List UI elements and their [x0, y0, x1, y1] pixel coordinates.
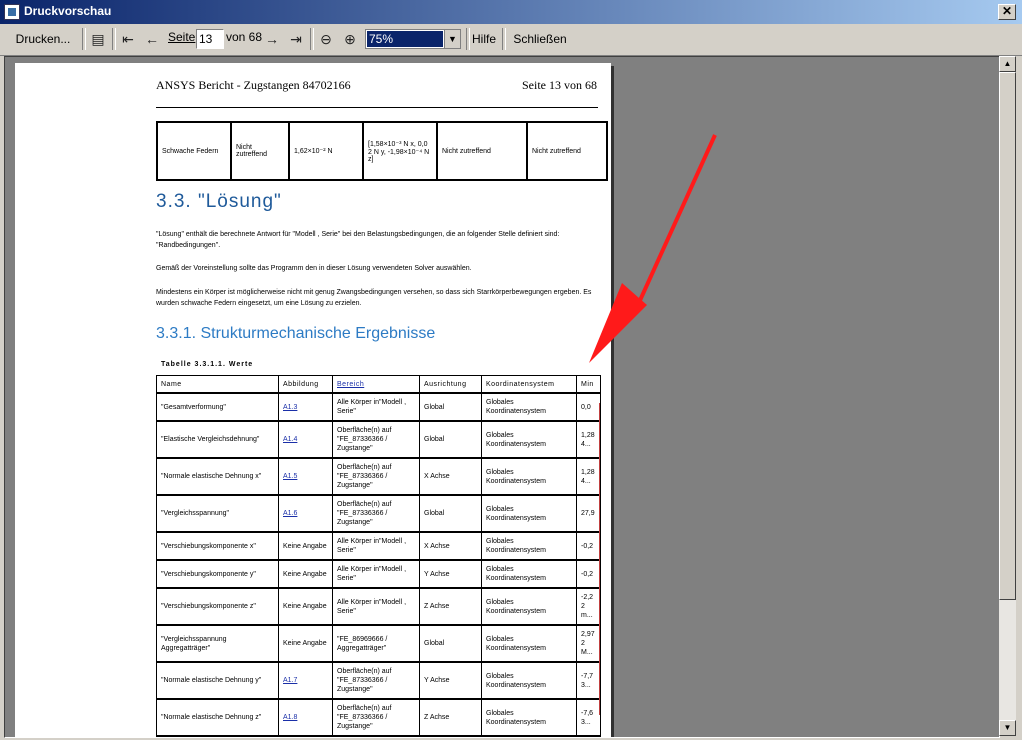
scroll-up-icon[interactable]: ▲ [999, 56, 1016, 72]
next-page-icon[interactable]: → [262, 29, 282, 49]
page-number-input[interactable]: 13 [196, 29, 224, 49]
last-page-icon[interactable]: ⇥ [286, 29, 306, 49]
vertical-scrollbar[interactable]: ▲ ▼ [999, 56, 1016, 736]
zoom-out-icon[interactable]: ⊖ [316, 29, 336, 49]
window-title: Druckvorschau [24, 4, 112, 18]
toolbar-separator [112, 28, 116, 50]
toolbar-separator [310, 28, 314, 50]
first-page-icon[interactable]: ⇤ [118, 29, 138, 49]
zoom-select[interactable]: 75% ▼ [365, 29, 461, 49]
arrow-shaft [635, 134, 717, 308]
scroll-thumb[interactable] [999, 72, 1016, 600]
red-arrow-annotation [589, 134, 717, 363]
help-button[interactable]: Hilfe [472, 28, 496, 50]
title-bar: Druckvorschau ✕ [0, 0, 1022, 24]
zoom-value: 75% [367, 31, 443, 47]
close-preview-button[interactable]: Schließen [512, 28, 568, 50]
scroll-down-icon[interactable]: ▼ [999, 720, 1016, 736]
toolbar-separator [466, 28, 470, 50]
arrow-head [589, 283, 647, 363]
toolbar-separator [502, 28, 506, 50]
page-count-label: von 68 [226, 30, 263, 44]
previous-page-icon[interactable]: ← [142, 29, 162, 49]
preview-area[interactable]: ANSYS Bericht - Zugstangen 84702166 Seit… [4, 56, 1000, 738]
chevron-down-icon[interactable]: ▼ [444, 30, 460, 48]
zoom-in-icon[interactable]: ⊕ [340, 29, 360, 49]
toolbar: Drucken... ▤ ⇤ ← Seite 13 von 68 → ⇥ ⊖ ⊕… [0, 24, 1022, 56]
print-preview-icon [4, 4, 20, 20]
window-close-button[interactable]: ✕ [998, 4, 1016, 20]
page-label: Seite [168, 30, 196, 44]
print-button[interactable]: Drucken... [10, 28, 76, 50]
page-setup-icon[interactable]: ▤ [88, 29, 108, 49]
toolbar-separator [82, 28, 86, 50]
